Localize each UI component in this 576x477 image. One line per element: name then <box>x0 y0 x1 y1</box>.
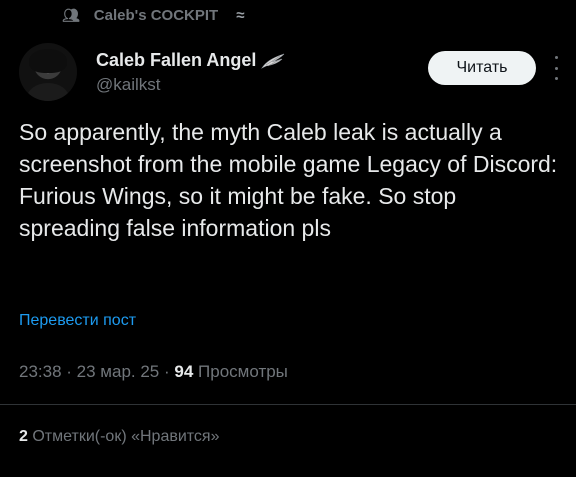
meta-separator: · <box>66 362 77 381</box>
tweet-date[interactable]: 23 мар. 25 <box>77 362 160 381</box>
views-count: 94 <box>174 362 194 381</box>
author-name-row[interactable]: Caleb Fallen Angel <box>96 50 286 71</box>
follow-button[interactable]: Читать <box>428 51 536 85</box>
more-dot <box>554 66 558 70</box>
more-vertical-icon[interactable] <box>549 56 563 80</box>
people-icon: 👥︎ <box>62 7 80 23</box>
meta-separator: · <box>164 362 175 381</box>
tweet-text: So apparently, the myth Caleb leak is ac… <box>19 119 558 241</box>
author-display-name[interactable]: Caleb Fallen Angel <box>96 50 256 71</box>
more-dot <box>554 56 558 59</box>
tweet-time[interactable]: 23:38 <box>19 362 62 381</box>
author-handle[interactable]: @kailkst <box>96 75 286 95</box>
community-name: Caleb's COCKPIT <box>93 7 219 24</box>
likes-count: 2 <box>19 428 28 445</box>
divider <box>0 404 576 405</box>
wing-icon: ≈ <box>236 7 245 24</box>
community-header[interactable]: 👥︎ Caleb's COCKPIT ≈ <box>62 7 244 24</box>
tweet-meta: 23:38 · 23 мар. 25 · 94 Просмотры <box>19 362 288 382</box>
avatar-hair <box>29 49 67 73</box>
author-block[interactable]: Caleb Fallen Angel @kailkst <box>96 50 286 95</box>
more-dot <box>554 77 558 80</box>
angel-wing-icon <box>261 53 285 69</box>
likes-label: Отметки(-ок) «Нравится» <box>32 428 220 445</box>
translate-post-link[interactable]: Перевести пост <box>19 312 136 330</box>
likes-summary[interactable]: 2 Отметки(-ок) «Нравится» <box>19 428 220 446</box>
avatar[interactable] <box>19 43 77 101</box>
avatar-body <box>27 83 69 101</box>
views-label: Просмотры <box>198 362 288 381</box>
